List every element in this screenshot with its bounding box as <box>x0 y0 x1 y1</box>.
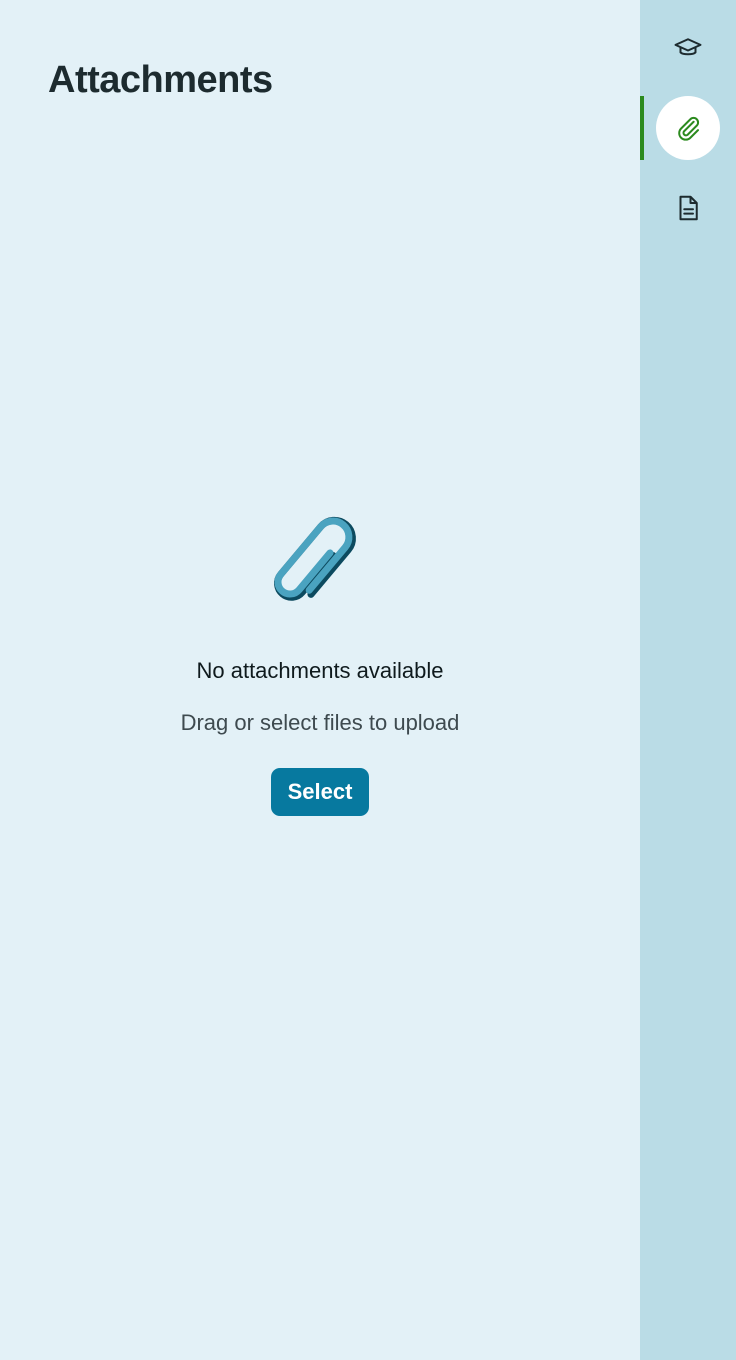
graduation-cap-icon <box>674 38 702 56</box>
document-icon <box>679 195 698 221</box>
paperclip-illustration-icon <box>274 516 356 601</box>
sidebar-rail <box>640 0 736 1360</box>
empty-state-title: No attachments available <box>196 658 444 683</box>
sidebar-item-attachments[interactable] <box>656 96 720 160</box>
empty-state-subtitle: Drag or select files to upload <box>180 710 460 735</box>
sidebar-item-course[interactable] <box>656 16 720 80</box>
page-title: Attachments <box>48 59 273 101</box>
active-indicator <box>640 96 644 160</box>
select-files-button[interactable]: Select <box>271 768 369 816</box>
paperclip-icon <box>678 116 700 141</box>
sidebar-item-document[interactable] <box>656 176 720 240</box>
main-content: Attachments No attachments available Dra… <box>0 0 640 1360</box>
empty-state: No attachments available Drag or select … <box>0 512 640 816</box>
